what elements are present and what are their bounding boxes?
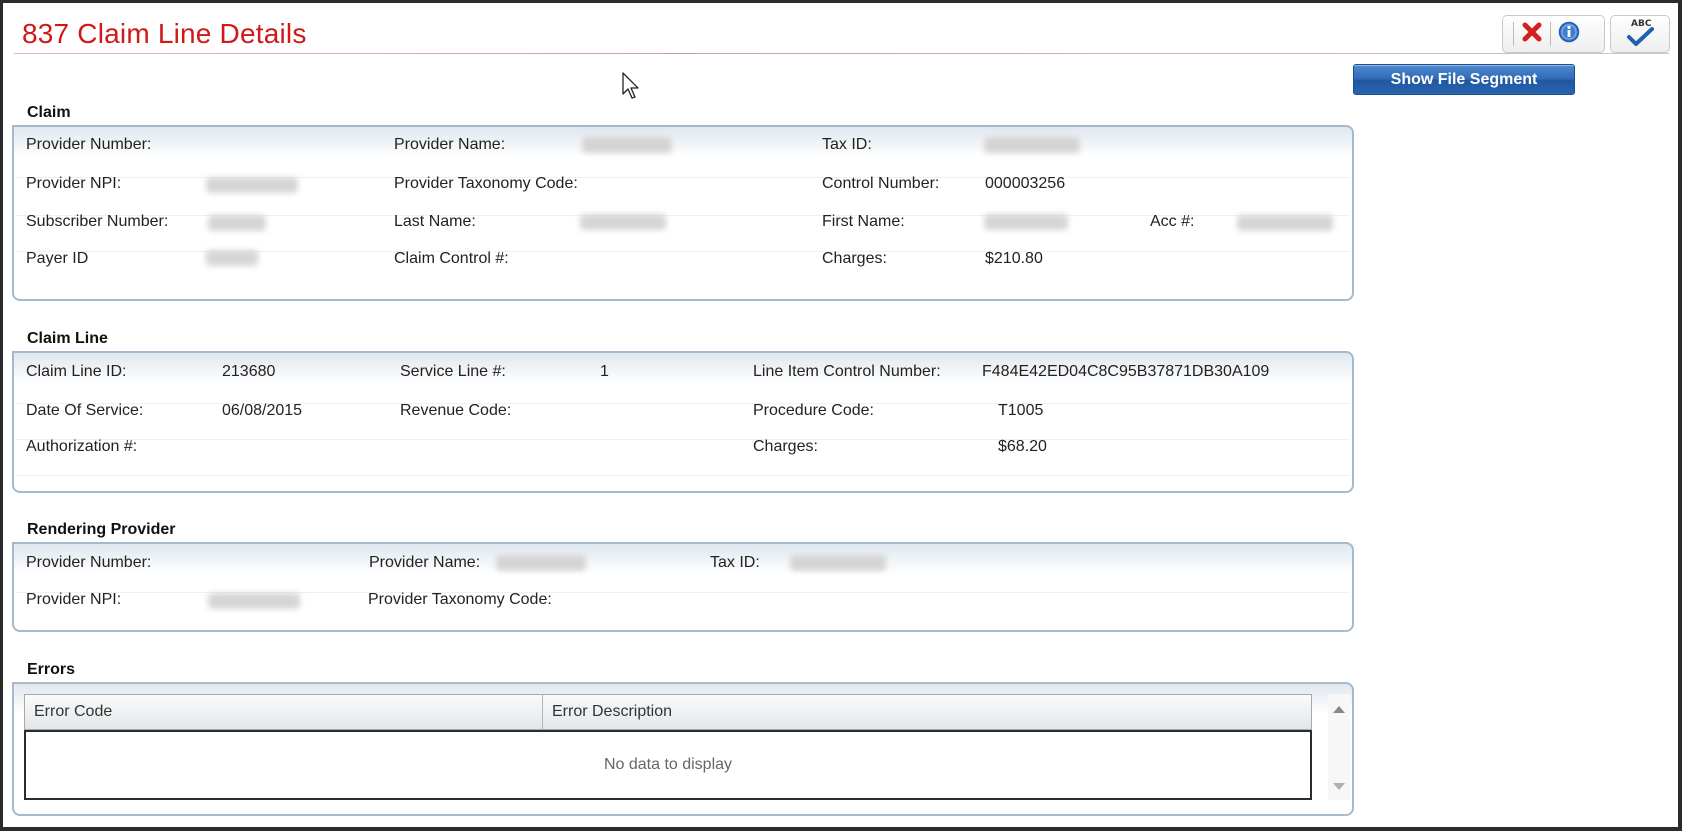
claim-line-id-label: Claim Line ID: xyxy=(26,363,127,380)
toolbar-close-info-group xyxy=(1502,15,1605,53)
service-line-value: 1 xyxy=(600,363,609,380)
procedure-code-value: T1005 xyxy=(998,402,1044,419)
rendering-provider-tab-label: Rendering Provider xyxy=(27,521,176,538)
claim-payer-id-label: Payer ID xyxy=(26,250,89,267)
row-divider xyxy=(16,439,1350,440)
close-button[interactable] xyxy=(1514,18,1550,50)
page-title: 837 Claim Line Details xyxy=(22,18,307,49)
errors-grid-body: No data to display xyxy=(24,730,1312,800)
claim-line-id-value: 213680 xyxy=(222,363,276,380)
claim-section: Claim Provider Number: Provider Name: Ta… xyxy=(12,95,1354,301)
claim-line-tab-label: Claim Line xyxy=(27,330,108,347)
toolbar-spellcheck-group: ABC xyxy=(1610,15,1670,53)
rp-provider-taxonomy-label: Provider Taxonomy Code: xyxy=(368,591,552,608)
scroll-up-icon[interactable] xyxy=(1333,706,1345,713)
date-of-service-value: 06/08/2015 xyxy=(222,402,303,419)
claim-first-name-redacted xyxy=(984,214,1068,230)
claim-provider-name-label: Provider Name: xyxy=(394,136,506,153)
claim-control-number-value: 000003256 xyxy=(985,175,1066,192)
claim-panel: Provider Number: Provider Name: Tax ID: … xyxy=(12,125,1354,301)
title-divider xyxy=(14,53,1669,54)
row-divider xyxy=(16,403,1350,404)
error-description-column-header[interactable]: Error Description xyxy=(543,695,1311,729)
rp-provider-name-redacted xyxy=(496,555,586,571)
rp-provider-npi-redacted xyxy=(208,593,300,609)
line-item-control-label: Line Item Control Number: xyxy=(753,363,941,380)
claim-provider-name-redacted xyxy=(582,137,672,153)
claim-provider-number-label: Provider Number: xyxy=(26,136,152,153)
claim-control-number-label: Control Number: xyxy=(822,175,940,192)
date-of-service-label: Date Of Service: xyxy=(26,402,144,419)
row-divider xyxy=(16,475,1350,476)
errors-section: Errors Error Code Error Description No d… xyxy=(12,652,1354,816)
line-item-control-value: F484E42ED04C8C95B37871DB30A109 xyxy=(982,363,1270,380)
claim-line-charges-label: Charges: xyxy=(753,438,818,455)
claim-subscriber-number-label: Subscriber Number: xyxy=(26,213,169,230)
rp-tax-id-label: Tax ID: xyxy=(710,554,760,571)
errors-grid-scrollbar[interactable] xyxy=(1328,694,1350,800)
claim-line-charges-value: $68.20 xyxy=(998,438,1047,455)
claim-subscriber-number-redacted xyxy=(208,215,266,231)
procedure-code-label: Procedure Code: xyxy=(753,402,874,419)
claim-provider-taxonomy-label: Provider Taxonomy Code: xyxy=(394,175,578,192)
claim-last-name-label: Last Name: xyxy=(394,213,476,230)
claim-acc-label: Acc #: xyxy=(1150,213,1195,230)
claim-first-name-label: First Name: xyxy=(822,213,905,230)
claim-claim-control-label: Claim Control #: xyxy=(394,250,509,267)
rendering-provider-panel: Provider Number: Provider Name: Tax ID: … xyxy=(12,542,1354,632)
claim-payer-id-redacted xyxy=(206,250,258,266)
spellcheck-button[interactable]: ABC xyxy=(1611,18,1669,50)
no-data-message: No data to display xyxy=(603,756,733,773)
service-line-label: Service Line #: xyxy=(400,363,506,380)
rp-provider-name-label: Provider Name: xyxy=(369,554,481,571)
rp-tax-id-redacted xyxy=(790,555,886,571)
spellcheck-icon: ABC xyxy=(1624,19,1656,49)
claim-provider-npi-label: Provider NPI: xyxy=(26,175,122,192)
scroll-down-icon[interactable] xyxy=(1333,783,1345,790)
rp-provider-number-label: Provider Number: xyxy=(26,554,152,571)
info-icon xyxy=(1558,21,1580,48)
rendering-provider-section: Rendering Provider Provider Number: Prov… xyxy=(12,512,1354,632)
info-button[interactable] xyxy=(1551,18,1587,50)
show-file-segment-button[interactable]: Show File Segment xyxy=(1353,64,1575,95)
claim-tab-label: Claim xyxy=(27,104,71,121)
red-x-icon xyxy=(1521,21,1543,48)
errors-panel: Error Code Error Description No data to … xyxy=(12,682,1354,816)
claim-provider-npi-redacted xyxy=(206,177,298,193)
claim-tax-id-label: Tax ID: xyxy=(822,136,872,153)
claim-tax-id-redacted xyxy=(984,137,1080,153)
errors-tab-label: Errors xyxy=(27,661,76,678)
revenue-code-label: Revenue Code: xyxy=(400,402,512,419)
claim-acc-redacted xyxy=(1237,215,1333,231)
claim-charges-label: Charges: xyxy=(822,250,887,267)
claim-line-section: Claim Line Claim Line ID: 213680 Service… xyxy=(12,321,1354,493)
claim-line-panel: Claim Line ID: 213680 Service Line #: 1 … xyxy=(12,351,1354,493)
errors-grid-header: Error Code Error Description xyxy=(24,694,1312,730)
rp-provider-npi-label: Provider NPI: xyxy=(26,591,122,608)
claim-last-name-redacted xyxy=(580,214,666,230)
authorization-label: Authorization #: xyxy=(26,438,138,455)
error-code-column-header[interactable]: Error Code xyxy=(25,695,543,729)
claim-charges-value: $210.80 xyxy=(985,250,1043,267)
